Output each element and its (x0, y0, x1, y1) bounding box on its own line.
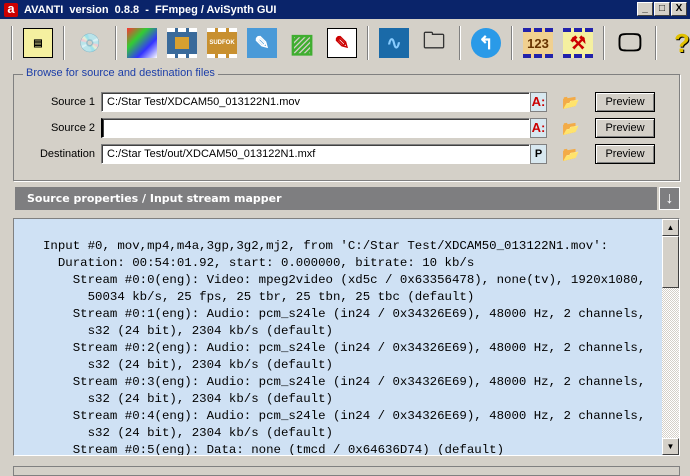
source-properties-header[interactable]: Source properties / Input stream mapper (15, 187, 657, 210)
scroll-up-arrow-icon[interactable]: ▲ (662, 219, 679, 236)
output-line: Stream #0:1(eng): Audio: pcm_s24le (in24… (43, 307, 646, 321)
source1-input[interactable]: C:/Star Test/XDCAM50_013122N1.mov (101, 92, 530, 112)
title-bar: a AVANTI version 0.8.8 - FFmpeg / AviSyn… (0, 0, 690, 19)
stream-info-output[interactable]: Input #0, mov,mp4,m4a,3gp,3g2,mj2, from … (13, 218, 680, 456)
maximize-button[interactable]: □ (654, 2, 670, 16)
source2-open-folder-icon[interactable]: 📂 (562, 121, 580, 135)
toolbar-separator (367, 26, 369, 60)
destination-p-button[interactable]: P (530, 144, 547, 164)
destination-open-folder-icon[interactable]: 📂 (562, 147, 580, 161)
browse-files-group: Browse for source and destination files … (13, 67, 680, 181)
destination-label: Destination (39, 148, 95, 160)
output-line: s32 (24 bit), 2304 kb/s (default) (43, 324, 333, 338)
output-line: Stream #0:5(eng): Data: none (tmcd / 0x6… (43, 443, 505, 456)
filters-icon[interactable] (127, 28, 157, 58)
destination-row: Destination C:/Star Test/out/XDCAM50_013… (14, 144, 655, 164)
minimize-button[interactable]: _ (637, 2, 653, 16)
output-line: Input #0, mov,mp4,m4a,3gp,3g2,mj2, from … (43, 239, 609, 253)
output-line: s32 (24 bit), 2304 kb/s (default) (43, 392, 333, 406)
source1-drive-button[interactable]: A: (530, 92, 547, 112)
output-line: Stream #0:0(eng): Video: mpeg2video (xd5… (43, 273, 646, 287)
edit-icon[interactable]: ✎ (327, 28, 357, 58)
audio-wave-icon[interactable]: ∿ (379, 28, 409, 58)
back-arrow-icon[interactable]: ↰ (471, 28, 501, 58)
output-line: s32 (24 bit), 2304 kb/s (default) (43, 358, 333, 372)
source2-drive-button[interactable]: A: (530, 118, 547, 138)
monitor-icon[interactable]: 🖵 (615, 28, 645, 58)
folder-icon[interactable]: 🗀 (419, 28, 449, 58)
vertical-scrollbar[interactable]: ▲ ▼ (662, 219, 679, 455)
toolbar-separator (11, 26, 13, 60)
output-line: s32 (24 bit), 2304 kb/s (default) (43, 426, 333, 440)
expand-down-arrow-icon[interactable]: ↓ (659, 187, 680, 210)
scrollbar-thumb[interactable] (662, 236, 679, 288)
video-film-icon[interactable] (167, 28, 197, 58)
source1-row: Source 1 C:/Star Test/XDCAM50_013122N1.m… (14, 92, 655, 112)
app-window-icon[interactable]: ▤ (23, 28, 53, 58)
lower-panel (13, 466, 680, 476)
source1-open-folder-icon[interactable]: 📂 (562, 95, 580, 109)
window-title: AVANTI version 0.8.8 - FFmpeg / AviSynth… (24, 3, 277, 16)
output-line: 50034 kb/s, 25 fps, 25 tbr, 25 tbn, 25 t… (43, 290, 475, 304)
open-disc-icon[interactable]: 💿 (75, 28, 105, 58)
avanti-logo-icon: a (4, 2, 18, 17)
output-line: Stream #0:2(eng): Audio: pcm_s24le (in24… (43, 341, 646, 355)
output-line: Duration: 00:54:01.92, start: 0.000000, … (43, 256, 475, 270)
toolbar-separator (459, 26, 461, 60)
output-line: Stream #0:4(eng): Audio: pcm_s24le (in24… (43, 409, 646, 423)
source2-preview-button[interactable]: Preview (595, 118, 655, 138)
output-line: Stream #0:3(eng): Audio: pcm_s24le (in24… (43, 375, 646, 389)
close-button[interactable]: X (671, 2, 687, 16)
toolbar-separator (511, 26, 513, 60)
toolbar: ▤ 💿 SUDFOK ✎ ▨ ✎ ∿ 🗀 ↰ 123 ⚒ 🖵 ? (6, 22, 690, 64)
counter-icon[interactable]: 123 (523, 28, 553, 58)
stream-info-text: Input #0, mov,mp4,m4a,3gp,3g2,mj2, from … (14, 219, 679, 456)
source1-preview-button[interactable]: Preview (595, 92, 655, 112)
help-icon[interactable]: ? (667, 28, 690, 58)
sudfok-film-icon[interactable]: SUDFOK (207, 28, 237, 58)
tools-icon[interactable]: ⚒ (563, 28, 593, 58)
toolbar-separator (63, 26, 65, 60)
notes-icon[interactable]: ✎ (247, 28, 277, 58)
toolbar-separator (655, 26, 657, 60)
source2-label: Source 2 (50, 122, 95, 134)
source2-input[interactable] (101, 118, 530, 138)
destination-preview-button[interactable]: Preview (595, 144, 655, 164)
group-title: Browse for source and destination files (23, 67, 218, 79)
toolbar-separator (603, 26, 605, 60)
scroll-down-arrow-icon[interactable]: ▼ (662, 438, 679, 455)
source2-row: Source 2 A: 📂 Preview (14, 118, 655, 138)
destination-input[interactable]: C:/Star Test/out/XDCAM50_013122N1.mxf (101, 144, 530, 164)
ffmpeg-icon[interactable]: ▨ (287, 28, 317, 58)
source1-label: Source 1 (50, 96, 95, 108)
toolbar-separator (115, 26, 117, 60)
